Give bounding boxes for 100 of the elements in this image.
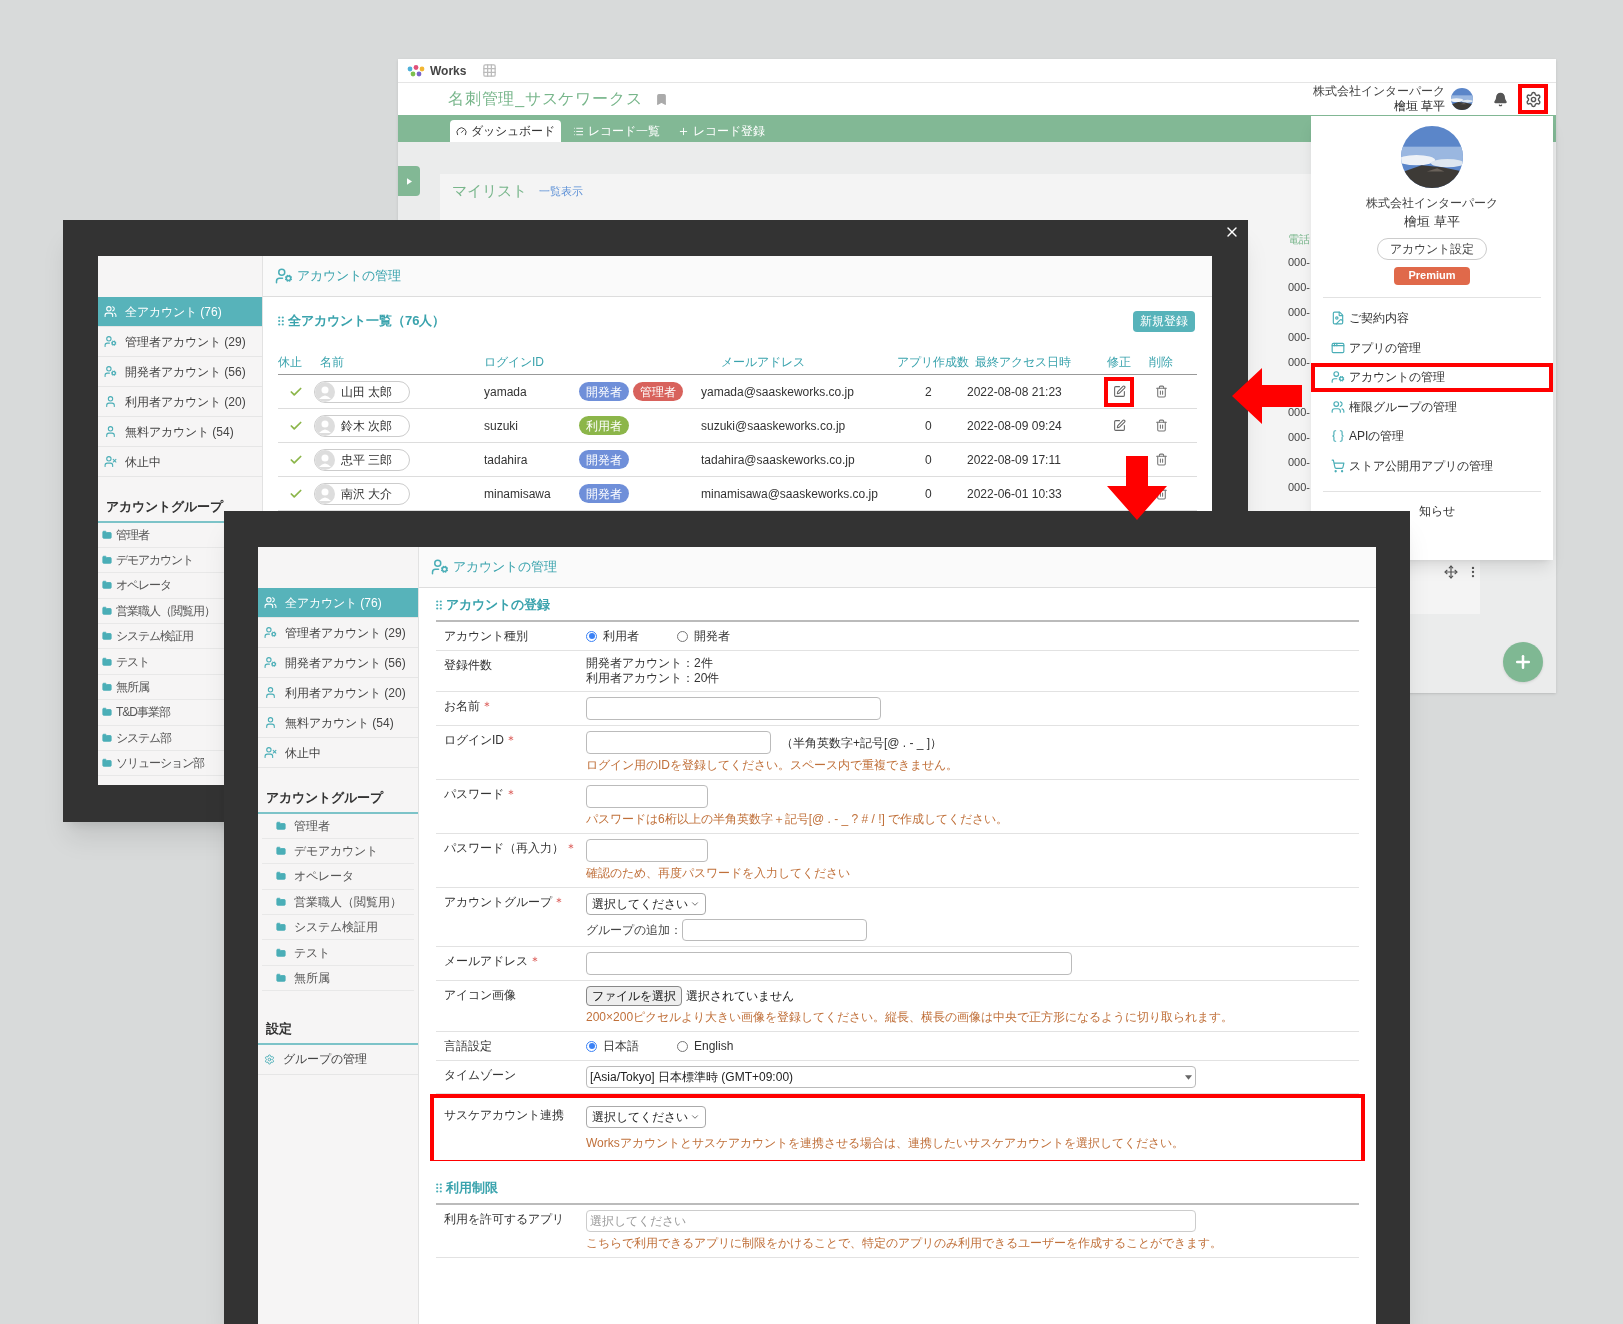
table-cell-text: minamisawa@saaskeworks.co.jp (700, 485, 879, 503)
select-field[interactable]: [Asia/Tokyo] 日本標準時 (GMT+09:00) (586, 1066, 1196, 1088)
menu-item[interactable]: ご契約内容 (1311, 303, 1553, 333)
sidebar-item[interactable]: 管理者アカウント (29) (98, 327, 262, 357)
company-name: 株式会社インターパーク (1366, 195, 1498, 212)
card-title: マイリスト (452, 180, 527, 201)
group-item[interactable]: 無所属 (262, 965, 414, 992)
table-cell-text: 000- (1288, 480, 1311, 496)
table-cell-text: 2022-08-09 17:11 (967, 451, 1062, 469)
hint-text: パスワードは6桁以上の半角英数字＋記号[@ . - _ ? # / !] で作成してください。 (586, 811, 1009, 828)
user-name: 檜垣 草平 (1404, 213, 1460, 231)
table-cell-text: 2022-06-01 10:33 (967, 485, 1063, 503)
file-button[interactable]: ファイルを選択 (586, 986, 682, 1006)
hint-text: こちらで利用できるアプリに制限をかけることで、特定のアプリのみ利用できるユーザーを作成することができます。 (586, 1235, 1222, 1252)
required-mark: ＊ (481, 698, 493, 715)
menu-item[interactable]: APIの管理 (1311, 421, 1553, 451)
field-label: 利用を許可するアプリ (444, 1211, 564, 1228)
field-label: メールアドレス (444, 953, 528, 970)
hint-text: ログイン用のIDを登録してください。スペース内で重複できません。 (586, 757, 958, 774)
group-item[interactable]: 管理者 (262, 813, 414, 839)
table-cell-text: 2022-08-09 09:24 (967, 417, 1063, 435)
table-cell-text: 0 (924, 485, 933, 503)
menu-item[interactable]: アカウントの管理 (1311, 362, 1553, 392)
field-label: パスワード (444, 786, 504, 803)
sidebar-item[interactable]: 無料アカウント (54) (98, 417, 262, 447)
radio-label: 日本語 (603, 1038, 639, 1055)
field-label: アカウント種別 (444, 628, 528, 645)
table-cell-text: 000- (1288, 355, 1311, 371)
role-tag: 開発者 (579, 484, 629, 503)
role-tag: 開発者 (579, 450, 629, 469)
radio-label: English (694, 1038, 734, 1055)
group-item[interactable]: システム検証用 (262, 915, 414, 941)
table-cell-text: tadahira@saaskeworks.co.jp (700, 451, 856, 469)
table-cell-text: 000- (1288, 305, 1311, 321)
role-tag: 開発者 (579, 382, 629, 401)
sidebar-item[interactable]: グループの管理 (258, 1044, 418, 1075)
table-cell-text: suzuki@saaskeworks.co.jp (700, 417, 847, 435)
sidebar-item[interactable]: 利用者アカウント (20) (258, 678, 418, 708)
role-tag: 利用者 (579, 416, 629, 435)
menu-item[interactable]: 知らせ (1419, 501, 1455, 520)
field-label: 言語設定 (444, 1038, 492, 1055)
column-header: 削除 (1148, 353, 1174, 371)
table-cell-text: suzuki (483, 417, 519, 435)
group-item[interactable]: オペレータ (262, 864, 414, 890)
section-title: 設定 (258, 1019, 418, 1045)
group-item[interactable]: デモアカウント (262, 838, 414, 865)
hint-text: 確認のため、再度パスワードを入力してください (586, 865, 850, 882)
required-mark: ＊ (553, 894, 565, 911)
tab[interactable]: ダッシュボード (450, 120, 561, 142)
table-cell-text: 000- (1288, 280, 1311, 296)
field-label: 登録件数 (444, 657, 492, 674)
section-title: アカウントグループ (258, 788, 418, 814)
select-field[interactable]: 選択してください (586, 893, 706, 915)
sidebar-item[interactable]: 無料アカウント (54) (258, 708, 418, 738)
sidebar-item[interactable]: 開発者アカウント (56) (258, 648, 418, 678)
field-label: パスワード（再入力） (444, 840, 564, 857)
sidebar-item[interactable]: 休止中 (98, 447, 262, 477)
panel-title: アカウントの管理 (297, 267, 401, 286)
table-cell-text: 000- (1288, 405, 1311, 421)
column-header: ログインID (483, 353, 545, 371)
column-header: 最終アクセス日時 (974, 353, 1072, 371)
menu-item[interactable]: アプリの管理 (1311, 333, 1553, 363)
table-cell-text: 2 (924, 383, 933, 401)
menu-item[interactable]: 権限グループの管理 (1311, 392, 1553, 422)
table-cell-text: yamada@saaskeworks.co.jp (700, 383, 855, 401)
required-mark: ＊ (565, 840, 577, 857)
format-note: （半角英数字+記号[@ . - _ ]） (781, 734, 943, 752)
company-name: 株式会社インターパーク (1313, 84, 1445, 99)
column-header: アプリ作成数 (897, 353, 967, 371)
sidebar-item[interactable]: 休止中 (258, 738, 418, 768)
table-cell-text: 000- (1288, 430, 1311, 446)
group-item[interactable]: 営業職人（閲覧用） (262, 889, 414, 916)
count-text: 利用者アカウント：20件 (586, 671, 720, 686)
file-status: 選択されていません (686, 988, 794, 1005)
section-title: アカウントの登録 (446, 596, 550, 615)
column-header: 名前 (319, 353, 345, 371)
table-cell-text: minamisawa (483, 485, 552, 503)
sidebar-item[interactable]: 利用者アカウント (20) (98, 387, 262, 417)
sidebar-item[interactable]: 開発者アカウント (56) (98, 357, 262, 387)
group-item[interactable]: テスト (262, 940, 414, 966)
column-header: 修正 (1106, 353, 1132, 371)
table-cell-text: yamada (483, 383, 528, 401)
user-name: 檜垣 草平 (1393, 99, 1445, 114)
radio-label: 開発者 (694, 628, 730, 645)
app-title: 名刺管理_サスケワークス (448, 89, 643, 109)
sidebar-item[interactable]: 管理者アカウント (29) (258, 618, 418, 648)
field-label: サスケアカウント連携 (444, 1107, 564, 1124)
section-title: 利用制限 (446, 1179, 498, 1198)
menu-item[interactable]: ストア公開用アプリの管理 (1311, 451, 1553, 481)
table-cell-text: 2022-08-08 21:23 (967, 383, 1063, 401)
required-mark: ＊ (505, 732, 517, 749)
table-cell-text: 000- (1288, 455, 1311, 471)
list-title: 全アカウント一覧（76人） (288, 312, 446, 331)
field-label: タイムゾーン (444, 1067, 516, 1084)
required-mark: ＊ (505, 786, 517, 803)
logo-text: Works (430, 62, 467, 80)
radio-label: 利用者 (603, 628, 639, 645)
field-label: ログインID (444, 732, 504, 749)
column-header: メールアドレス (720, 353, 806, 371)
select-field[interactable]: 選択してください (586, 1106, 706, 1128)
